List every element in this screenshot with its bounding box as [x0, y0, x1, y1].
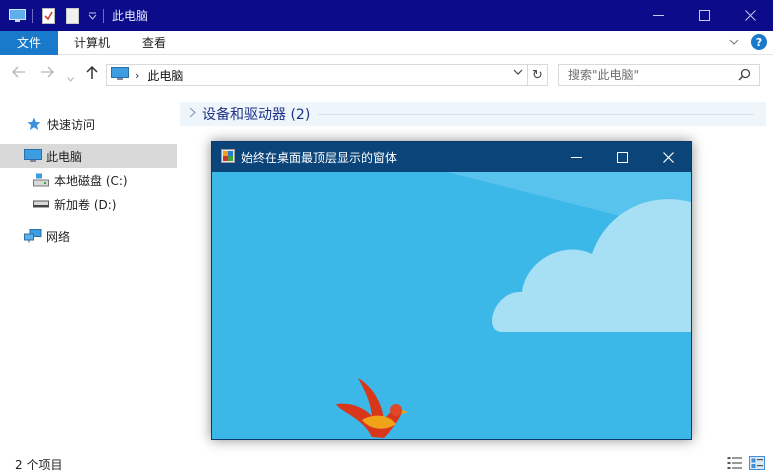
group-header-devices[interactable]: 设备和驱动器 (2): [180, 102, 766, 126]
close-icon[interactable]: [727, 0, 773, 31]
sidebar-item-drive-c[interactable]: 本地磁盘 (C:): [0, 168, 177, 192]
forward-arrow-icon[interactable]: [40, 66, 54, 82]
app-icon: [221, 148, 235, 166]
address-bar[interactable]: › 此电脑: [106, 64, 528, 86]
toolbar-separator: [32, 8, 33, 23]
close-icon[interactable]: [645, 142, 691, 172]
item-count: 2 个项目: [15, 457, 63, 472]
group-header-label: 设备和驱动器 (2): [202, 107, 311, 123]
toolbar-separator: [103, 8, 104, 23]
topmost-window-content: [212, 172, 691, 439]
help-icon[interactable]: ?: [751, 34, 767, 50]
topmost-window-titlebar[interactable]: 始终在桌面最顶层显示的窗体: [212, 142, 691, 172]
up-arrow-icon[interactable]: [86, 65, 98, 84]
star-icon: [25, 116, 43, 132]
sidebar-item-label: 此电脑: [46, 149, 83, 164]
minimize-icon[interactable]: [635, 0, 681, 31]
status-bar: 2 个项目: [0, 452, 773, 476]
sidebar-item-network[interactable]: 网络: [0, 224, 177, 248]
tab-view[interactable]: 查看: [126, 31, 182, 55]
refresh-icon: ↻: [532, 67, 543, 83]
sky-illustration: [212, 172, 691, 439]
back-arrow-icon[interactable]: [12, 66, 26, 82]
explorer-titlebar: 此电脑: [0, 0, 773, 31]
sidebar-item-label: 本地磁盘 (C:): [54, 173, 128, 188]
customize-dropdown-icon[interactable]: [87, 7, 97, 25]
chevron-down-icon[interactable]: [729, 35, 739, 49]
group-header-divider: [318, 113, 754, 115]
ribbon-right-controls: ?: [729, 34, 767, 50]
address-path[interactable]: 此电脑: [147, 67, 183, 84]
topmost-window-title: 始终在桌面最顶层显示的窗体: [241, 150, 398, 165]
view-switcher: [727, 456, 765, 473]
search-input[interactable]: [568, 68, 733, 82]
topmost-window[interactable]: 始终在桌面最顶层显示的窗体: [211, 141, 692, 440]
address-history-dropdown-icon[interactable]: [513, 68, 523, 79]
window-controls: [635, 0, 773, 31]
window-title: 此电脑: [112, 9, 149, 23]
search-icon[interactable]: [738, 68, 751, 84]
sidebar-item-drive-d[interactable]: 新加卷 (D:): [0, 192, 177, 216]
computer-icon: [111, 66, 129, 84]
quick-access-toolbar: [0, 0, 110, 31]
properties-icon[interactable]: [39, 7, 57, 25]
computer-icon: [8, 7, 26, 25]
chevron-right-icon[interactable]: [189, 107, 196, 121]
drive-icon: [32, 196, 50, 212]
ribbon-tabs: 文件 计算机 查看 ?: [0, 30, 773, 55]
sidebar-item-label: 网络: [46, 229, 71, 244]
breadcrumb-chevron-icon[interactable]: ›: [135, 69, 139, 82]
new-folder-icon[interactable]: [63, 7, 81, 25]
topmost-window-controls: [553, 142, 691, 172]
network-icon: [24, 228, 42, 244]
drive-c-icon: [32, 172, 50, 188]
sidebar-item-this-pc[interactable]: 此电脑: [0, 144, 177, 168]
navigation-bar: › 此电脑 ↻: [0, 56, 773, 94]
minimize-icon[interactable]: [553, 142, 599, 172]
search-box[interactable]: [558, 64, 760, 86]
sidebar-item-label: 快速访问: [47, 117, 96, 132]
refresh-button[interactable]: ↻: [528, 64, 548, 86]
sidebar-item-label: 新加卷 (D:): [54, 197, 117, 212]
sidebar-item-quick-access[interactable]: 快速访问: [0, 112, 177, 136]
recent-locations-icon[interactable]: [67, 70, 74, 86]
large-icons-view-icon[interactable]: [749, 456, 765, 473]
maximize-icon[interactable]: [599, 142, 645, 172]
maximize-icon[interactable]: [681, 0, 727, 31]
computer-icon: [24, 148, 42, 164]
tab-file[interactable]: 文件: [0, 30, 59, 55]
details-view-icon[interactable]: [727, 456, 743, 473]
navigation-pane: 快速访问 此电脑 本地磁盘 (C:) 新加卷 (D:) 网络: [0, 96, 178, 450]
tab-computer[interactable]: 计算机: [58, 31, 126, 55]
